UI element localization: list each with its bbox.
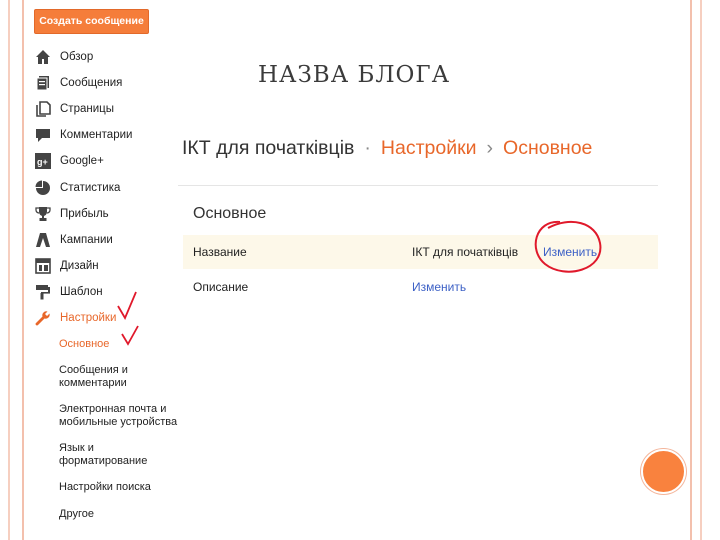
submenu-item-search-prefs[interactable]: Настройки поиска bbox=[59, 475, 184, 502]
submenu-item-email-mobile[interactable]: Электронная почта и мобильные устройства bbox=[59, 397, 184, 436]
create-post-button[interactable]: Создать сообщение bbox=[34, 9, 149, 34]
breadcrumb-current: Основное bbox=[503, 137, 593, 159]
sidebar-item-layout[interactable]: Дизайн bbox=[34, 253, 184, 279]
sidebar-item-label: Настройки bbox=[60, 311, 117, 324]
submenu-item-basic[interactable]: Основное bbox=[59, 331, 184, 358]
svg-text:g+: g+ bbox=[37, 157, 48, 167]
row-value: ІКТ для початківців bbox=[412, 245, 519, 259]
sidebar-item-label: Прибыль bbox=[60, 207, 109, 220]
sidebar-item-label: Обзор bbox=[60, 51, 94, 64]
settings-submenu: Основное Сообщения и комментарии Электро… bbox=[34, 331, 184, 528]
sidebar-item-stats[interactable]: Статистика bbox=[34, 174, 184, 200]
sidebar-item-settings[interactable]: Настройки bbox=[34, 305, 184, 331]
sidebar-item-label: Дизайн bbox=[60, 259, 99, 272]
settings-row-description: Описание Изменить bbox=[183, 270, 658, 304]
section-title: Основное bbox=[193, 205, 267, 222]
sidebar-item-label: Сообщения bbox=[60, 77, 123, 90]
slide-frame-right bbox=[690, 0, 720, 540]
stats-icon bbox=[34, 180, 52, 196]
sidebar-item-label: Статистика bbox=[60, 181, 121, 194]
campaigns-icon bbox=[34, 232, 52, 248]
posts-icon bbox=[34, 75, 52, 91]
pages-icon bbox=[34, 101, 52, 118]
row-label: Название bbox=[193, 245, 247, 259]
sidebar-item-label: Кампании bbox=[60, 233, 113, 246]
breadcrumb-settings-link[interactable]: Настройки bbox=[381, 137, 477, 159]
sidebar-item-overview[interactable]: Обзор bbox=[34, 44, 184, 70]
wrench-icon bbox=[34, 310, 52, 326]
breadcrumb-chevron: › bbox=[486, 137, 494, 159]
slide-heading: НАЗВА БЛОГА bbox=[258, 62, 451, 88]
sidebar-item-pages[interactable]: Страницы bbox=[34, 96, 184, 122]
header-divider bbox=[178, 185, 658, 186]
sidebar-item-label: Страницы bbox=[60, 103, 114, 116]
sidebar-item-posts[interactable]: Сообщения bbox=[34, 70, 184, 96]
edit-description-link[interactable]: Изменить bbox=[412, 280, 466, 294]
edit-title-link[interactable]: Изменить bbox=[543, 245, 597, 259]
decorative-orange-circle bbox=[641, 449, 686, 494]
sidebar-item-comments[interactable]: Комментарии bbox=[34, 122, 184, 148]
template-icon bbox=[34, 284, 52, 300]
sidebar-item-template[interactable]: Шаблон bbox=[34, 279, 184, 305]
comment-icon bbox=[34, 127, 52, 143]
breadcrumb: ІКТ для початківців · Настройки › Основное bbox=[182, 137, 592, 160]
home-icon bbox=[34, 49, 52, 65]
sidebar-item-label: Комментарии bbox=[60, 129, 133, 142]
submenu-item-language[interactable]: Язык и форматирование bbox=[59, 436, 184, 475]
submenu-item-posts-comments[interactable]: Сообщения и комментарии bbox=[59, 358, 184, 397]
sidebar-item-campaigns[interactable]: Кампании bbox=[34, 227, 184, 253]
sidebar-item-label: Google+ bbox=[60, 155, 104, 168]
sidebar-item-earnings[interactable]: Прибыль bbox=[34, 201, 184, 227]
sidebar-item-label: Шаблон bbox=[60, 285, 103, 298]
breadcrumb-separator: · bbox=[364, 137, 371, 159]
breadcrumb-blog-name: ІКТ для початківців bbox=[182, 137, 355, 159]
trophy-icon bbox=[34, 206, 52, 222]
row-label: Описание bbox=[193, 280, 249, 294]
layout-icon bbox=[34, 257, 52, 274]
sidebar-nav: Обзор Сообщения Страницы Комментарии g+ … bbox=[34, 44, 184, 528]
submenu-item-other[interactable]: Другое bbox=[59, 501, 184, 528]
sidebar-item-google-plus[interactable]: g+ Google+ bbox=[34, 148, 184, 174]
settings-row-title: Название ІКТ для початківців Изменить bbox=[183, 235, 658, 269]
google-plus-icon: g+ bbox=[34, 153, 52, 170]
slide-frame-left bbox=[0, 0, 24, 540]
